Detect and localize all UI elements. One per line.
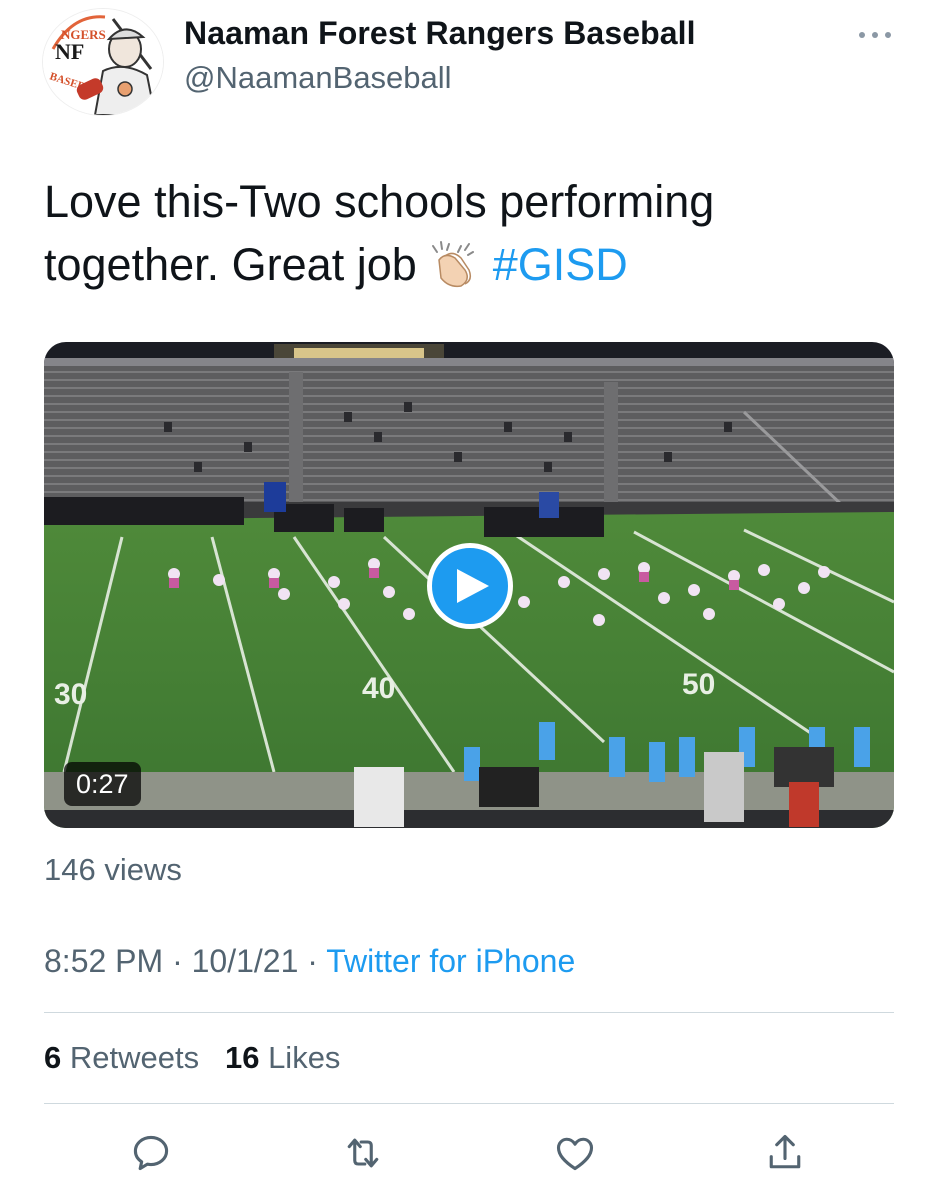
share-icon xyxy=(769,1134,801,1169)
hashtag-link[interactable]: #GISD xyxy=(493,239,628,290)
tweet-text: Love this-Two schools performing togethe… xyxy=(44,170,904,296)
tweet-meta: 8:52 PM · 10/1/21 · Twitter for iPhone xyxy=(44,943,575,980)
author-handle[interactable]: @NaamanBaseball xyxy=(184,60,452,96)
tweet-text-line-2-content: together. Great job xyxy=(44,239,417,290)
play-icon xyxy=(457,569,489,603)
clapping-hands-icon xyxy=(425,240,479,288)
yard-marker-40: 40 xyxy=(362,672,395,705)
retweet-icon xyxy=(347,1138,379,1168)
yard-marker-30: 30 xyxy=(54,678,87,711)
retweets-count: 6 xyxy=(44,1040,62,1075)
more-dots-icon xyxy=(859,32,891,38)
video-duration: 0:27 xyxy=(64,762,141,806)
more-options-button[interactable] xyxy=(855,20,895,50)
likes-stat[interactable]: 16 Likes xyxy=(225,1040,340,1075)
likes-label: Likes xyxy=(268,1040,341,1075)
likes-count: 16 xyxy=(224,1040,260,1075)
retweet-button[interactable] xyxy=(340,1130,386,1176)
tweet-text-line-1: Love this-Two schools performing xyxy=(44,176,715,227)
reply-icon xyxy=(133,1135,169,1171)
meta-separator: · xyxy=(307,943,318,979)
view-count: 146 views xyxy=(44,852,182,887)
avatar[interactable]: NGERS NF BASEBALL xyxy=(42,8,164,116)
tweet-source-link[interactable]: Twitter for iPhone xyxy=(326,943,575,979)
share-button[interactable] xyxy=(762,1130,808,1176)
meta-separator: · xyxy=(172,943,183,979)
divider xyxy=(44,1103,894,1104)
like-button[interactable] xyxy=(552,1130,598,1176)
like-icon xyxy=(556,1137,594,1171)
author-name[interactable]: Naaman Forest Rangers Baseball xyxy=(184,15,696,52)
rangers-baseball-logo: NGERS NF BASEBALL xyxy=(43,9,163,115)
tweet-date[interactable]: 10/1/21 xyxy=(192,943,299,979)
play-button[interactable] xyxy=(427,543,513,629)
divider xyxy=(44,1012,894,1013)
retweets-stat[interactable]: 6 Retweets xyxy=(44,1040,199,1075)
tweet-time[interactable]: 8:52 PM xyxy=(44,943,163,979)
retweets-label: Retweets xyxy=(69,1040,200,1075)
video-player[interactable]: 30 40 50 0:27 xyxy=(44,342,894,828)
engagement-stats: 6 Retweets 16 Likes xyxy=(44,1040,340,1076)
svg-text:NF: NF xyxy=(55,39,84,64)
yard-marker-50: 50 xyxy=(682,668,715,701)
tweet-text-line-2: together. Great job #GISD xyxy=(44,233,904,296)
reply-button[interactable] xyxy=(128,1130,174,1176)
